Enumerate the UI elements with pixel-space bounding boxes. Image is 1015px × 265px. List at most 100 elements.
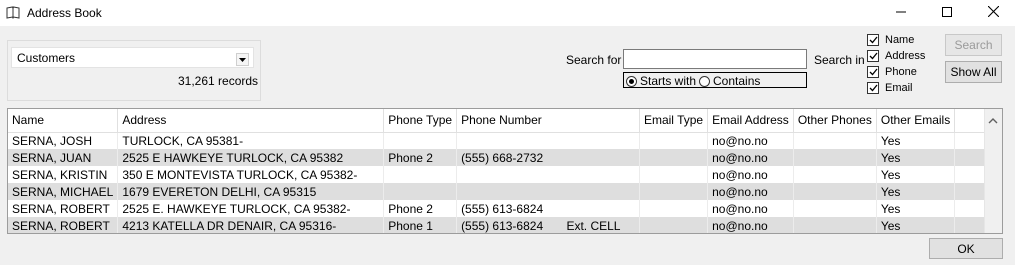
checkbox-address-label: Address [885,50,926,62]
cell-address[interactable]: 4213 KATELLA DR DENAIR, CA 95316- [117,217,385,233]
search-mode-group: Starts with Contains [623,72,807,88]
table-row[interactable]: SERNA, JOSH TURLOCK, CA 95381- no@no.no … [8,132,1002,149]
cell-other-phones[interactable] [793,217,877,233]
source-combo[interactable]: Customers [11,47,254,68]
cell-phone-type[interactable] [383,166,458,183]
cell-name[interactable]: SERNA, JUAN [8,149,119,166]
col-header-other-emails[interactable]: Other Emails [876,109,956,133]
close-button[interactable] [970,0,1015,26]
cell-address[interactable]: 350 E MONTEVISTA TURLOCK, CA 95382- [117,166,385,183]
cell-address[interactable]: 2525 E HAWKEYE TURLOCK, CA 95382 [117,149,385,166]
search-input[interactable] [623,49,807,69]
cell-email-address[interactable]: no@no.no [707,217,794,233]
title-bar: Address Book [0,0,1015,26]
radio-starts-with-dot[interactable] [626,75,637,87]
table-row[interactable]: SERNA, JUAN 2525 E HAWKEYE TURLOCK, CA 9… [8,149,1002,166]
cell-address[interactable]: TURLOCK, CA 95381- [117,132,385,149]
cell-email-type[interactable] [639,200,709,217]
window-title: Address Book [27,6,102,20]
cell-other-emails[interactable]: Yes [876,132,956,149]
col-header-address[interactable]: Address [117,109,385,133]
minimize-icon [896,6,906,20]
address-grid[interactable]: Name Address Phone Type Phone Number Ema… [7,108,1003,234]
cell-other-emails[interactable]: Yes [876,217,956,233]
checkmark-icon[interactable] [867,34,879,46]
cell-phone-type[interactable] [383,132,458,149]
checkbox-email-label: Email [885,82,913,94]
search-for-label: Search for [566,53,622,67]
search-button[interactable]: Search [945,34,1002,56]
col-header-phone-number[interactable]: Phone Number [456,109,640,133]
chevron-down-icon[interactable] [236,53,249,66]
cell-address[interactable]: 2525 E. HAWKEYE TURLOCK, CA 95382- [117,200,385,217]
cell-phone-type[interactable]: Phone 2 [383,149,458,166]
cell-other-phones[interactable] [793,132,877,149]
checkmark-icon[interactable] [867,50,879,62]
col-header-email-type[interactable]: Email Type [639,109,709,133]
cell-address[interactable]: 1679 EVERETON DELHI, CA 95315 [117,183,385,200]
table-row[interactable]: SERNA, KRISTIN 350 E MONTEVISTA TURLOCK,… [8,166,1002,183]
cell-phone-type[interactable] [383,183,458,200]
cell-name[interactable]: SERNA, JOSH [8,132,119,149]
checkbox-email[interactable]: Email [867,82,913,94]
checkbox-address[interactable]: Address [867,50,925,62]
cell-other-phones[interactable] [793,166,877,183]
cell-phone-type[interactable]: Phone 2 [383,200,458,217]
table-row[interactable]: SERNA, ROBERT 2525 E. HAWKEYE TURLOCK, C… [8,200,1002,217]
source-combo-value: Customers [17,51,76,65]
cell-phone-number[interactable] [456,132,640,149]
cell-other-phones[interactable] [793,149,877,166]
chevron-up-icon[interactable] [988,114,998,124]
cell-other-emails[interactable]: Yes [876,166,956,183]
cell-email-type[interactable] [639,183,709,200]
ok-button[interactable]: OK [929,238,1003,259]
checkbox-name[interactable]: Name [867,34,914,46]
close-icon [987,5,999,20]
address-table: Name Address Phone Type Phone Number Ema… [8,109,1002,233]
col-header-name[interactable]: Name [8,109,119,133]
cell-other-phones[interactable] [793,183,877,200]
radio-starts-with[interactable]: Starts with [626,74,696,88]
col-header-email-address[interactable]: Email Address [707,109,794,133]
cell-name[interactable]: SERNA, ROBERT [8,217,119,233]
minimize-button[interactable] [878,0,924,26]
table-row[interactable]: SERNA, MICHAEL 1679 EVERETON DELHI, CA 9… [8,183,1002,200]
table-row[interactable]: SERNA, ROBERT 4213 KATELLA DR DENAIR, CA… [8,217,1002,233]
cell-other-emails[interactable]: Yes [876,200,956,217]
cell-phone-number[interactable] [456,166,640,183]
cell-other-emails[interactable]: Yes [876,183,956,200]
search-in-label: Search in [814,53,865,67]
cell-email-address[interactable]: no@no.no [707,149,794,166]
cell-phone-number[interactable] [456,183,640,200]
checkmark-icon[interactable] [867,82,879,94]
radio-contains[interactable]: Contains [699,74,760,88]
maximize-icon [942,6,952,20]
cell-phone-number[interactable]: (555) 613-6824 Ext. CELL [456,217,640,233]
cell-other-emails[interactable]: Yes [876,149,956,166]
cell-email-address[interactable]: no@no.no [707,166,794,183]
checkmark-icon[interactable] [867,66,879,78]
cell-email-type[interactable] [639,166,709,183]
checkbox-phone[interactable]: Phone [867,66,917,78]
cell-email-type[interactable] [639,217,709,233]
cell-name[interactable]: SERNA, MICHAEL [8,183,119,200]
cell-phone-number[interactable]: (555) 613-6824 [456,200,640,217]
cell-name[interactable]: SERNA, ROBERT [8,200,119,217]
maximize-button[interactable] [924,0,970,26]
show-all-button[interactable]: Show All [945,61,1002,83]
col-header-other-phones[interactable]: Other Phones [793,109,877,133]
cell-email-type[interactable] [639,132,709,149]
cell-email-address[interactable]: no@no.no [707,132,794,149]
cell-phone-number[interactable]: (555) 668-2732 [456,149,640,166]
radio-contains-label: Contains [713,74,761,88]
cell-email-address[interactable]: no@no.no [707,183,794,200]
cell-phone-type[interactable]: Phone 1 [383,217,458,233]
vertical-scrollbar[interactable] [984,109,1002,233]
cell-email-type[interactable] [639,149,709,166]
cell-email-address[interactable]: no@no.no [707,200,794,217]
radio-starts-with-label: Starts with [640,74,697,88]
cell-name[interactable]: SERNA, KRISTIN [8,166,119,183]
cell-other-phones[interactable] [793,200,877,217]
col-header-phone-type[interactable]: Phone Type [383,109,458,133]
radio-contains-dot[interactable] [699,75,710,87]
